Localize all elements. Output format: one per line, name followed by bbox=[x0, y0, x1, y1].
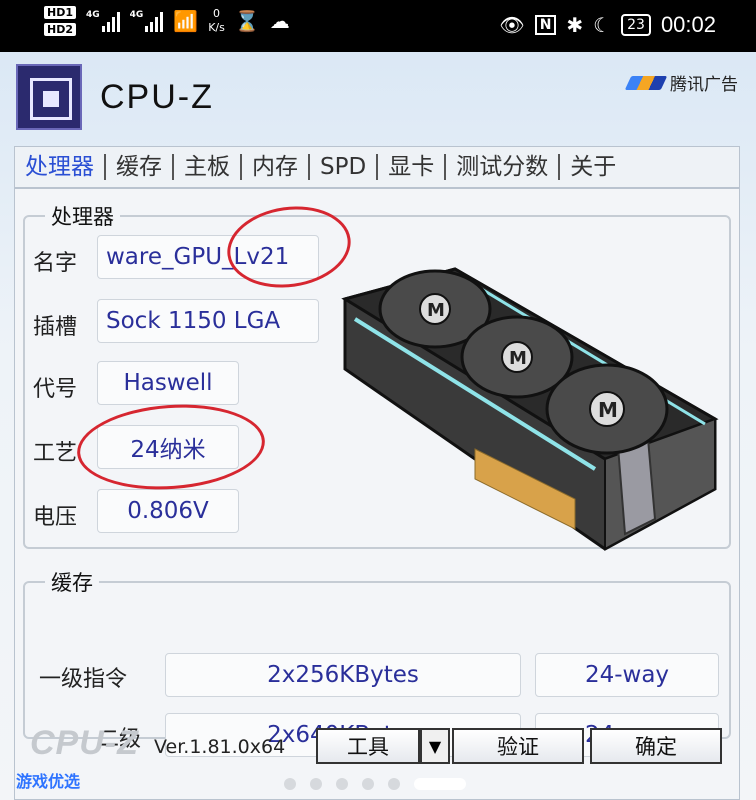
status-right: 👁 N ✱ ☾ 23 00:02 bbox=[499, 12, 716, 38]
signal-1-icon: 4G bbox=[86, 10, 120, 32]
games-link[interactable]: 游戏优选 bbox=[16, 768, 80, 792]
signal-2-icon: 4G bbox=[130, 10, 164, 32]
l1-size-field: 2x256KBytes bbox=[165, 653, 521, 697]
network-type-2: 4G bbox=[129, 10, 144, 20]
page-dot-active bbox=[414, 778, 466, 790]
page-dot bbox=[336, 778, 348, 790]
cpuz-app: CPU-Z 腾讯广告 处理器 缓存 主板 内存 SPD 显卡 测试分数 关于 处… bbox=[0, 52, 756, 800]
tab-graphics[interactable]: 显卡 bbox=[378, 154, 447, 180]
tab-cache[interactable]: 缓存 bbox=[106, 154, 174, 180]
tab-bar: 处理器 缓存 主板 内存 SPD 显卡 测试分数 关于 bbox=[14, 146, 740, 188]
tab-memory[interactable]: 内存 bbox=[242, 154, 310, 180]
battery-icon: 23 bbox=[621, 14, 651, 36]
status-left: HD1 HD2 4G 4G 📶 0 K/s ⌛ ☁ bbox=[44, 6, 290, 36]
svg-text:M: M bbox=[427, 300, 445, 321]
page-dot bbox=[310, 778, 322, 790]
main-panel: 处理器 名字 ware_GPU_Lv21 插槽 Sock 1150 LGA 代号… bbox=[14, 188, 740, 800]
technology-label: 工艺 bbox=[33, 441, 78, 466]
bottom-bar: CPU-Z Ver.1.81.0x64 工具 ▼ 验证 确定 bbox=[14, 722, 740, 766]
eye-icon: 👁 bbox=[499, 13, 525, 37]
processor-legend: 处理器 bbox=[51, 205, 114, 229]
tab-mainboard[interactable]: 主板 bbox=[174, 154, 242, 180]
network-type-1: 4G bbox=[86, 10, 100, 20]
hd1-badge: HD1 bbox=[44, 6, 76, 19]
codename-label: 代号 bbox=[33, 377, 78, 402]
ad-banner[interactable]: 腾讯广告 bbox=[624, 70, 738, 95]
hourglass-icon: ⌛ bbox=[234, 9, 260, 33]
tab-bench[interactable]: 测试分数 bbox=[446, 154, 561, 180]
bluetooth-icon: ✱ bbox=[566, 13, 584, 37]
svg-text:M: M bbox=[598, 398, 618, 422]
tab-processor[interactable]: 处理器 bbox=[15, 154, 106, 180]
page-dot bbox=[284, 778, 296, 790]
validate-button[interactable]: 验证 bbox=[452, 728, 584, 764]
graphics-card-image: M M M bbox=[341, 267, 719, 551]
l1-assoc-field: 24-way bbox=[535, 653, 719, 697]
voltage-field: 0.806V bbox=[97, 489, 239, 533]
page-indicator bbox=[284, 778, 466, 790]
socket-field: Sock 1150 LGA bbox=[97, 299, 319, 343]
cloud-upload-icon: ☁ bbox=[269, 9, 290, 33]
status-bar: HD1 HD2 4G 4G 📶 0 K/s ⌛ ☁ 👁 N ✱ ☾ 23 00:… bbox=[0, 0, 756, 52]
tab-spd[interactable]: SPD bbox=[310, 154, 379, 180]
version-label: Ver.1.81.0x64 bbox=[154, 736, 286, 758]
network-speed: 0 K/s bbox=[208, 7, 225, 35]
svg-text:M: M bbox=[509, 348, 527, 369]
tools-dropdown-arrow-icon[interactable]: ▼ bbox=[420, 728, 450, 764]
tools-button[interactable]: 工具 bbox=[316, 728, 420, 764]
tab-about[interactable]: 关于 bbox=[560, 154, 626, 180]
app-title: CPU-Z bbox=[100, 78, 214, 116]
page-dot bbox=[388, 778, 400, 790]
moon-icon: ☾ bbox=[593, 13, 612, 37]
cache-legend: 缓存 bbox=[51, 571, 93, 595]
nfc-icon: N bbox=[534, 15, 557, 35]
l1-instruction-label: 一级指令 bbox=[39, 667, 128, 692]
network-speed-value: 0 bbox=[213, 7, 221, 20]
page-dot bbox=[362, 778, 374, 790]
socket-label: 插槽 bbox=[33, 315, 78, 340]
cpuz-logo-icon bbox=[16, 64, 82, 130]
wifi-icon: 📶 bbox=[173, 9, 199, 33]
ad-label: 腾讯广告 bbox=[670, 75, 738, 95]
tencent-ad-logo-icon bbox=[624, 75, 668, 90]
voltage-label: 电压 bbox=[33, 505, 78, 530]
cpuz-watermark: CPU-Z bbox=[30, 724, 139, 762]
codename-field: Haswell bbox=[97, 361, 239, 405]
hd2-badge: HD2 bbox=[44, 23, 76, 36]
name-label: 名字 bbox=[33, 251, 78, 276]
network-speed-unit: K/s bbox=[208, 21, 225, 34]
clock: 00:02 bbox=[660, 12, 716, 37]
hd-indicators: HD1 HD2 bbox=[44, 6, 76, 36]
ok-button[interactable]: 确定 bbox=[590, 728, 722, 764]
